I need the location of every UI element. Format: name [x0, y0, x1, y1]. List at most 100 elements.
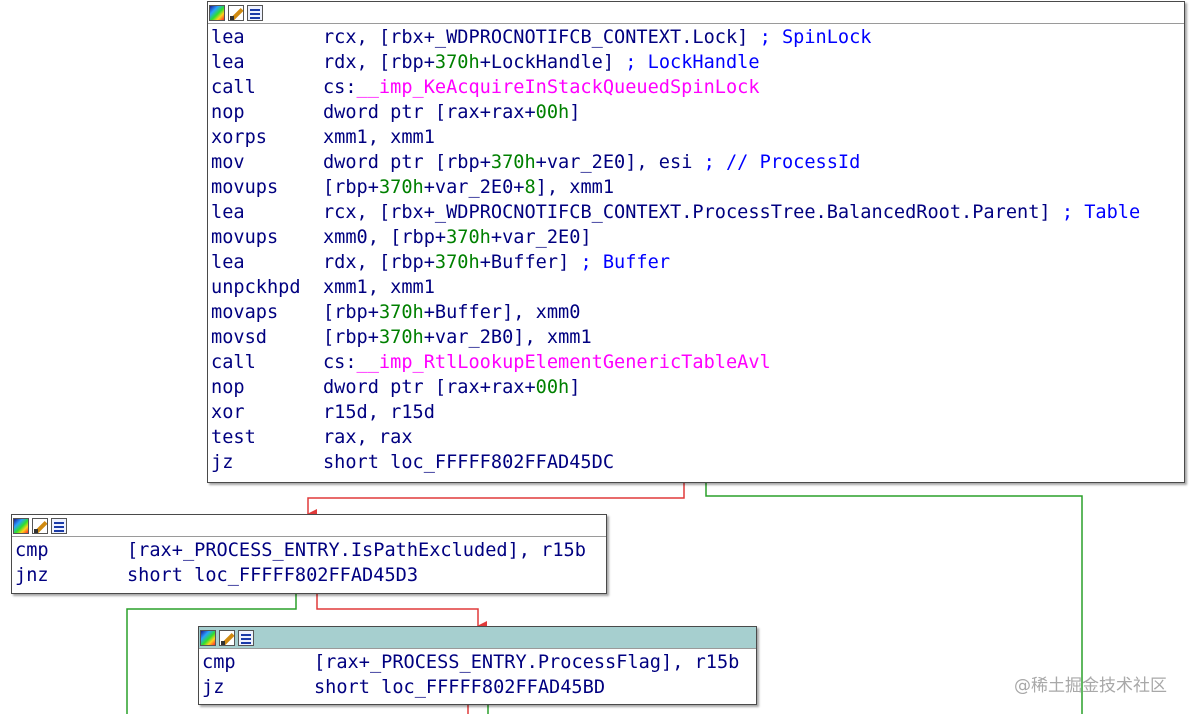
- asm-operands[interactable]: [rax+_PROCESS_ENTRY.ProcessFlag], r15b: [314, 652, 739, 673]
- edit-icon[interactable]: [219, 629, 235, 646]
- operand-token[interactable]: rax, rax: [323, 427, 413, 448]
- operand-token[interactable]: +var_2E0+: [424, 177, 525, 198]
- graph-icon[interactable]: [247, 4, 263, 21]
- operand-token[interactable]: xmm1, xmm1: [323, 127, 435, 148]
- asm-line[interactable]: test rax, rax: [211, 425, 1184, 450]
- asm-operands[interactable]: rcx, [rbx+_WDPROCNOTIFCB_CONTEXT.Lock] ;…: [323, 27, 872, 48]
- asm-mnemonic[interactable]: xor: [211, 402, 245, 423]
- operand-token[interactable]: 370h: [379, 302, 424, 323]
- operand-token[interactable]: 370h: [435, 252, 480, 273]
- operand-token[interactable]: [rbp+: [323, 327, 379, 348]
- code-block-check-flag[interactable]: cmp [rax+_PROCESS_ENTRY.ProcessFlag], r1…: [198, 626, 757, 705]
- asm-mnemonic[interactable]: xorps: [211, 127, 267, 148]
- asm-operands[interactable]: cs:__imp_RtlLookupElementGenericTableAvl: [323, 352, 771, 373]
- operand-token[interactable]: ; SpinLock: [760, 27, 872, 48]
- asm-operands[interactable]: rdx, [rbp+370h+LockHandle] ; LockHandle: [323, 52, 760, 73]
- edit-icon[interactable]: [228, 4, 244, 21]
- block-header[interactable]: [208, 2, 1184, 24]
- operand-token[interactable]: 370h: [446, 227, 491, 248]
- palette-icon[interactable]: [209, 4, 225, 21]
- asm-operands[interactable]: [rbp+370h+var_2B0], xmm1: [323, 327, 592, 348]
- operand-token[interactable]: [rbp+: [323, 177, 379, 198]
- asm-line[interactable]: jz short loc_FFFFF802FFAD45DC: [211, 450, 1184, 475]
- asm-operands[interactable]: dword ptr [rax+rax+00h]: [323, 377, 581, 398]
- operand-token[interactable]: ]: [569, 102, 580, 123]
- operand-token[interactable]: ; // ProcessId: [704, 152, 861, 173]
- asm-mnemonic[interactable]: call: [211, 352, 256, 373]
- operand-token[interactable]: [rbp+: [323, 302, 379, 323]
- asm-operands[interactable]: short loc_FFFFF802FFAD45D3: [127, 565, 418, 586]
- code-block-check-excluded[interactable]: cmp [rax+_PROCESS_ENTRY.IsPathExcluded],…: [11, 514, 607, 594]
- operand-token[interactable]: +LockHandle]: [480, 52, 626, 73]
- graph-icon[interactable]: [51, 517, 67, 534]
- asm-operands[interactable]: [rbp+370h+var_2E0+8], xmm1: [323, 177, 614, 198]
- asm-mnemonic[interactable]: jz: [202, 677, 224, 698]
- operand-token[interactable]: 370h: [491, 152, 536, 173]
- operand-token[interactable]: xmm1, xmm1: [323, 277, 435, 298]
- asm-mnemonic[interactable]: call: [211, 77, 256, 98]
- asm-operands[interactable]: r15d, r15d: [323, 402, 435, 423]
- asm-operands[interactable]: cs:__imp_KeAcquireInStackQueuedSpinLock: [323, 77, 760, 98]
- operand-token[interactable]: +var_2B0], xmm1: [424, 327, 592, 348]
- asm-mnemonic[interactable]: jz: [211, 452, 233, 473]
- asm-line[interactable]: lea rcx, [rbx+_WDPROCNOTIFCB_CONTEXT.Pro…: [211, 200, 1184, 225]
- asm-mnemonic[interactable]: lea: [211, 202, 245, 223]
- operand-token[interactable]: rcx, [rbx+_WDPROCNOTIFCB_CONTEXT.Lock]: [323, 27, 760, 48]
- asm-line[interactable]: xorps xmm1, xmm1: [211, 125, 1184, 150]
- code-block-main[interactable]: lea rcx, [rbx+_WDPROCNOTIFCB_CONTEXT.Loc…: [207, 1, 1185, 483]
- operand-token[interactable]: rdx, [rbp+: [323, 52, 435, 73]
- asm-line[interactable]: call cs:__imp_KeAcquireInStackQueuedSpin…: [211, 75, 1184, 100]
- asm-line[interactable]: movups xmm0, [rbp+370h+var_2E0]: [211, 225, 1184, 250]
- asm-mnemonic[interactable]: mov: [211, 152, 245, 173]
- operand-token[interactable]: rdx, [rbp+: [323, 252, 435, 273]
- operand-token[interactable]: ]: [569, 377, 580, 398]
- edit-icon[interactable]: [32, 517, 48, 534]
- palette-icon[interactable]: [200, 629, 216, 646]
- graph-icon[interactable]: [238, 629, 254, 646]
- operand-token[interactable]: __imp_KeAcquireInStackQueuedSpinLock: [357, 77, 760, 98]
- operand-token[interactable]: 00h: [536, 377, 570, 398]
- operand-token[interactable]: r15d, r15d: [323, 402, 435, 423]
- asm-line[interactable]: cmp [rax+_PROCESS_ENTRY.IsPathExcluded],…: [15, 538, 606, 563]
- asm-line[interactable]: cmp [rax+_PROCESS_ENTRY.ProcessFlag], r1…: [202, 650, 756, 675]
- asm-line[interactable]: movaps [rbp+370h+Buffer], xmm0: [211, 300, 1184, 325]
- operand-token[interactable]: ; LockHandle: [625, 52, 759, 73]
- asm-operands[interactable]: rcx, [rbx+_WDPROCNOTIFCB_CONTEXT.Process…: [323, 202, 1140, 223]
- operand-token[interactable]: ], xmm1: [536, 177, 614, 198]
- operand-token[interactable]: dword ptr [rbp+: [323, 152, 491, 173]
- block-header-selected[interactable]: [199, 627, 756, 649]
- asm-mnemonic[interactable]: movaps: [211, 302, 278, 323]
- operand-token[interactable]: ; Table: [1062, 202, 1140, 223]
- asm-operands[interactable]: rax, rax: [323, 427, 413, 448]
- asm-operands[interactable]: short loc_FFFFF802FFAD45BD: [314, 677, 605, 698]
- operand-token[interactable]: dword ptr [rax+rax+: [323, 377, 536, 398]
- operand-token[interactable]: [rax+_PROCESS_ENTRY.IsPathExcluded], r15…: [127, 540, 586, 561]
- asm-operands[interactable]: dword ptr [rax+rax+00h]: [323, 102, 581, 123]
- asm-mnemonic[interactable]: test: [211, 427, 256, 448]
- operand-token[interactable]: dword ptr [rax+rax+: [323, 102, 536, 123]
- operand-token[interactable]: ; Buffer: [580, 252, 670, 273]
- asm-mnemonic[interactable]: lea: [211, 27, 245, 48]
- asm-line[interactable]: jnz short loc_FFFFF802FFAD45D3: [15, 563, 606, 588]
- operand-token[interactable]: short loc_FFFFF802FFAD45BD: [314, 677, 605, 698]
- operand-token[interactable]: +Buffer]: [480, 252, 581, 273]
- asm-line[interactable]: xor r15d, r15d: [211, 400, 1184, 425]
- asm-line[interactable]: jz short loc_FFFFF802FFAD45BD: [202, 675, 756, 700]
- asm-line[interactable]: lea rdx, [rbp+370h+Buffer] ; Buffer: [211, 250, 1184, 275]
- block-header[interactable]: [12, 515, 606, 537]
- asm-mnemonic[interactable]: unpckhpd: [211, 277, 301, 298]
- asm-line[interactable]: mov dword ptr [rbp+370h+var_2E0], esi ; …: [211, 150, 1184, 175]
- operand-token[interactable]: 370h: [435, 52, 480, 73]
- asm-operands[interactable]: xmm0, [rbp+370h+var_2E0]: [323, 227, 592, 248]
- asm-mnemonic[interactable]: cmp: [202, 652, 236, 673]
- asm-operands[interactable]: rdx, [rbp+370h+Buffer] ; Buffer: [323, 252, 670, 273]
- asm-line[interactable]: unpckhpd xmm1, xmm1: [211, 275, 1184, 300]
- asm-mnemonic[interactable]: nop: [211, 102, 245, 123]
- asm-mnemonic[interactable]: cmp: [15, 540, 49, 561]
- asm-mnemonic[interactable]: jnz: [15, 565, 49, 586]
- asm-operands[interactable]: short loc_FFFFF802FFAD45DC: [323, 452, 614, 473]
- asm-line[interactable]: lea rdx, [rbp+370h+LockHandle] ; LockHan…: [211, 50, 1184, 75]
- operand-token[interactable]: +var_2E0], esi: [536, 152, 704, 173]
- operand-token[interactable]: __imp_RtlLookupElementGenericTableAvl: [357, 352, 771, 373]
- operand-token[interactable]: cs:: [323, 352, 357, 373]
